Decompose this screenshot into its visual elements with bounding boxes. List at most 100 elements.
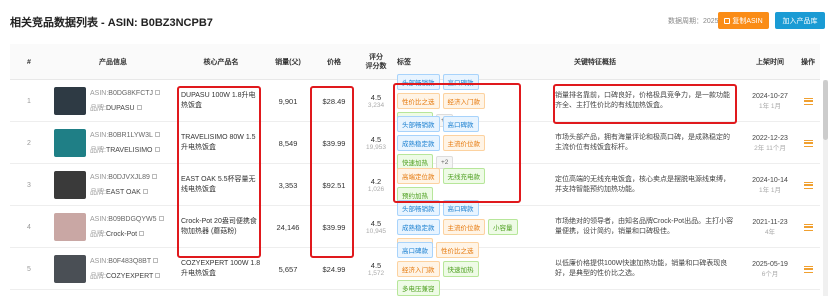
details-menu-icon[interactable] [803, 181, 813, 189]
add-to-library-button[interactable]: 加入产品库 [775, 12, 825, 29]
external-link-icon[interactable] [139, 231, 145, 236]
asin-line: ASIN:B0BR1LYW3L [90, 132, 160, 139]
row-index: 1 [27, 97, 31, 105]
review-count: 3,234 [367, 102, 385, 109]
asin-prefix: ASIN: [90, 216, 109, 223]
brand-value[interactable]: TRAVELISIMO [106, 147, 153, 154]
copy-asin-label: 复制ASIN [732, 17, 763, 25]
details-menu-icon[interactable] [803, 223, 813, 231]
row-index: 2 [27, 139, 31, 147]
col-core-name: 核心产品名 [203, 58, 239, 66]
brand-value[interactable]: Crock-Pot [106, 231, 137, 238]
summary-cell: 市场头部产品，拥有海量评论和极高口碑，是成熟稳定的主流价位有线饭盒标杆。 [555, 122, 735, 164]
feature-summary: 市场绝对的领导者，由知名品牌Crock-Pot出品。主打小容量便携，设计简约，销… [555, 218, 734, 235]
asin-line: ASIN:B0F483Q8BT [90, 258, 159, 265]
tag-chip: 性价比之选 [436, 242, 479, 258]
details-menu-icon[interactable] [803, 139, 813, 147]
external-link-icon[interactable] [158, 216, 164, 221]
tag-chip: 经济入门款 [397, 261, 440, 277]
col-action: 操作 [801, 58, 815, 66]
asin-line: ASIN:B0DG8KFCTJ [90, 90, 161, 97]
core-product-name: COZYEXPERT 100W 1.8升电热饭盒 [181, 260, 261, 277]
launch-age: 2年 11个月 [754, 144, 786, 152]
asin-value[interactable]: B0DG8KFCTJ [108, 90, 153, 97]
annotation-box-price [310, 86, 354, 258]
col-summary: 关键特征概括 [574, 58, 616, 66]
col-price[interactable]: 价格 [312, 44, 356, 80]
summary-cell: 市场绝对的领导者，由知名品牌Crock-Pot出品。主打小容量便携，设计简约，销… [555, 206, 735, 248]
rating-value: 4.5 [370, 261, 382, 270]
table-row[interactable]: 5 ASIN:B0F483Q8BT 品牌:COZYEXPERT COZYEXPERT … [10, 242, 820, 296]
summary-cell: 以低廉价格提供100W快速加热功能，销量和口碑表现良好，是典型的性价比之选。 [555, 248, 735, 290]
external-link-icon[interactable] [154, 132, 160, 137]
action-cell [796, 206, 820, 248]
product-thumbnail[interactable] [54, 129, 86, 157]
brand-prefix: 品牌: [90, 105, 106, 112]
product-thumbnail[interactable] [54, 87, 86, 115]
col-launch[interactable]: 上架时间 [744, 44, 796, 80]
brand-value[interactable]: EAST OAK [106, 189, 141, 196]
external-link-icon[interactable] [136, 105, 142, 110]
annotation-box-tags [393, 83, 521, 203]
copy-asin-button[interactable]: 复制ASIN [718, 12, 769, 29]
launch-date: 2022-12-23 [752, 134, 788, 142]
col-index: # [27, 58, 31, 66]
launch-date: 2021-11-23 [752, 218, 788, 226]
product-thumbnail[interactable] [54, 255, 86, 283]
copy-icon [724, 17, 731, 24]
brand-prefix: 品牌: [90, 147, 106, 154]
col-rating[interactable]: 评分 评分数 [358, 44, 394, 80]
action-cell [796, 164, 820, 206]
details-menu-icon[interactable] [803, 97, 813, 105]
table-scrollbar[interactable] [823, 80, 828, 296]
details-menu-icon[interactable] [803, 265, 813, 273]
rating-cell: 4.5 3,234 [358, 80, 394, 122]
external-link-icon[interactable] [155, 90, 161, 95]
asin-value[interactable]: B09BDGQYW5 [108, 216, 156, 223]
product-thumbnail[interactable] [54, 171, 86, 199]
launch-cell: 2024-10-14 1年 1月 [744, 164, 796, 206]
sales-value: 24,146 [276, 222, 300, 232]
asin-prefix: ASIN: [90, 132, 109, 139]
brand-prefix: 品牌: [90, 273, 106, 280]
action-cell [796, 122, 820, 164]
external-link-icon[interactable] [154, 147, 160, 152]
col-sales[interactable]: 销量(父) [266, 44, 310, 80]
launch-cell: 2025-05-19 6个月 [744, 248, 796, 290]
review-count: 1,026 [367, 186, 385, 193]
sales-value: 5,657 [278, 264, 298, 274]
brand-value[interactable]: COZYEXPERT [106, 273, 153, 280]
summary-cell: 定位高端的无线充电饭盒，核心卖点是摆脱电源线束缚，并支持智能预约加热功能。 [555, 164, 735, 206]
asin-line: ASIN:B09BDGQYW5 [90, 216, 164, 223]
asin-line: ASIN:B0DJVXJL89 [90, 174, 157, 181]
scrollbar-thumb[interactable] [823, 80, 828, 140]
external-link-icon[interactable] [155, 273, 161, 278]
tag-chip: 小容量 [488, 219, 518, 235]
external-link-icon[interactable] [153, 258, 159, 263]
asin-value[interactable]: B0F483Q8BT [108, 258, 151, 265]
tags-cell: 高口碑款 性价比之选 经济入门款 快速加热 多电压兼容 [397, 242, 521, 296]
row-index: 5 [27, 265, 31, 273]
external-link-icon[interactable] [142, 189, 148, 194]
review-count: 1,572 [367, 270, 385, 277]
tag-chip: 快速加热 [442, 261, 479, 277]
asin-value[interactable]: B0BR1LYW3L [108, 132, 153, 139]
brand-line: 品牌:DUPASU [90, 103, 142, 113]
feature-summary: 以低廉价格提供100W快速加热功能，销量和口碑表现良好，是典型的性价比之选。 [555, 260, 728, 277]
rating-cell: 4.2 1,026 [358, 164, 394, 206]
brand-prefix: 品牌: [90, 189, 106, 196]
launch-age: 6个月 [761, 270, 779, 278]
rating-cell: 4.5 10,945 [358, 206, 394, 248]
review-count: 19,953 [366, 144, 386, 151]
sales-value: 3,353 [278, 180, 298, 190]
launch-date: 2024-10-14 [752, 176, 788, 184]
annotation-box-core-name [177, 86, 261, 258]
product-thumbnail[interactable] [54, 213, 86, 241]
sales-value: 8,549 [278, 138, 298, 148]
asin-prefix: ASIN: [90, 90, 109, 97]
brand-value[interactable]: DUPASU [106, 105, 135, 112]
launch-date: 2024-10-27 [752, 92, 788, 100]
brand-line: 品牌:EAST OAK [90, 187, 148, 197]
asin-value[interactable]: B0DJVXJL89 [108, 174, 150, 181]
external-link-icon[interactable] [151, 174, 157, 179]
